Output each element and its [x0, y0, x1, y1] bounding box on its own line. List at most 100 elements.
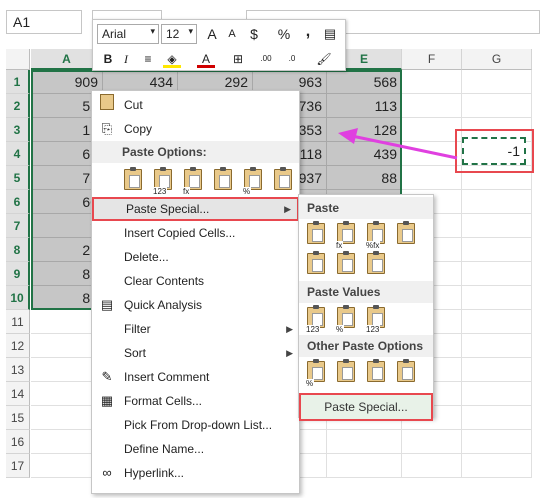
row-header-15[interactable]: 15: [6, 406, 30, 430]
row-header-4[interactable]: 4: [6, 142, 30, 166]
page-icon: [372, 367, 383, 380]
clipboard-icon: [337, 359, 355, 382]
cell-e17[interactable]: [327, 454, 402, 478]
decrease-font-icon[interactable]: A: [223, 25, 241, 43]
row-header-3[interactable]: 3: [6, 118, 30, 142]
other-paste-button-1[interactable]: [335, 359, 359, 385]
menu-item-clear-contents[interactable]: Clear Contents: [92, 269, 299, 293]
row-header-1[interactable]: 1: [6, 70, 30, 94]
other-paste-button-0[interactable]: %: [305, 359, 329, 388]
row-header-5[interactable]: 5: [6, 166, 30, 190]
page-icon: [129, 175, 140, 188]
font-name-box[interactable]: Arial ▾: [97, 24, 159, 44]
menu-item-define-name[interactable]: Define Name...: [92, 437, 299, 461]
paste-button-1[interactable]: fx: [335, 221, 359, 250]
paste-button-2[interactable]: %fx: [365, 221, 389, 250]
menu-item-copy[interactable]: Copy ⎘: [92, 117, 299, 141]
row-header-7[interactable]: 7: [6, 214, 30, 238]
fill-color-icon[interactable]: ◈: [163, 50, 181, 68]
row-header-11[interactable]: 11: [6, 310, 30, 334]
menu-item-pick-from-drop-down-list[interactable]: Pick From Drop-down List...: [92, 413, 299, 437]
menu-item-format-cells[interactable]: Format Cells... ▦: [92, 389, 299, 413]
menu-item-filter[interactable]: Filter ▶: [92, 317, 299, 341]
name-box[interactable]: A1: [6, 10, 82, 34]
paste-button-6[interactable]: [365, 251, 389, 277]
menu-item-label: Paste Special...: [126, 202, 210, 216]
menu-item-insert-comment[interactable]: Insert Comment ✎: [92, 365, 299, 389]
paste-values-button-2[interactable]: 123: [365, 305, 389, 334]
italic-icon[interactable]: I: [117, 50, 135, 68]
decrease-decimal-icon[interactable]: .0: [283, 50, 301, 68]
increase-decimal-icon[interactable]: .00: [257, 50, 275, 68]
menu-item-sort[interactable]: Sort ▶: [92, 341, 299, 365]
format-table-icon[interactable]: ▤: [321, 25, 339, 43]
cell-g11[interactable]: [462, 310, 532, 334]
cell-f16[interactable]: [402, 430, 462, 454]
menu-item-cut[interactable]: Cut✂: [92, 93, 299, 117]
cell-g8[interactable]: [462, 238, 532, 262]
paste-button-5[interactable]: [335, 251, 359, 277]
cell-g10[interactable]: [462, 286, 532, 310]
paste-option-1[interactable]: 123: [152, 167, 176, 196]
cell-g12[interactable]: [462, 334, 532, 358]
cell-e16[interactable]: [327, 430, 402, 454]
menu-item-quick-analysis[interactable]: Quick Analysis ▤: [92, 293, 299, 317]
cell-g17[interactable]: [462, 454, 532, 478]
select-all-corner[interactable]: [6, 49, 30, 70]
menu-item-hyperlink[interactable]: Hyperlink... ∞: [92, 461, 299, 485]
font-name-value: Arial: [102, 27, 127, 41]
cell-g2[interactable]: [462, 94, 532, 118]
row-header-9[interactable]: 9: [6, 262, 30, 286]
increase-font-icon[interactable]: A: [203, 25, 221, 43]
copied-cell[interactable]: -1: [462, 137, 526, 165]
align-center-icon[interactable]: ≡: [139, 50, 157, 68]
paste-button-4[interactable]: [305, 251, 329, 277]
paste-values-button-1[interactable]: %: [335, 305, 359, 334]
menu-item-delete[interactable]: Delete...: [92, 245, 299, 269]
menu-item-paste-special[interactable]: Paste Special... ▶: [92, 197, 299, 221]
row-header-8[interactable]: 8: [6, 238, 30, 262]
row-header-10[interactable]: 10: [6, 286, 30, 310]
row-header-6[interactable]: 6: [6, 190, 30, 214]
currency-icon[interactable]: $: [245, 25, 263, 43]
row-header-14[interactable]: 14: [6, 382, 30, 406]
cell-g9[interactable]: [462, 262, 532, 286]
paste-button-0[interactable]: [305, 221, 329, 247]
paste-special-dialog-button[interactable]: Paste Special...: [299, 393, 433, 421]
cell-g16[interactable]: [462, 430, 532, 454]
column-header-f[interactable]: F: [402, 49, 462, 70]
bold-icon[interactable]: B: [99, 50, 117, 68]
font-color-icon[interactable]: A: [197, 50, 215, 68]
cell-f1[interactable]: [402, 70, 462, 94]
row-header-17[interactable]: 17: [6, 454, 30, 478]
paste-option-5[interactable]: [272, 167, 296, 193]
paste-option-3[interactable]: [212, 167, 236, 193]
other-paste-button-2[interactable]: [365, 359, 389, 385]
cell-g6[interactable]: [462, 190, 532, 214]
cell-g7[interactable]: [462, 214, 532, 238]
comma-style-icon[interactable]: ,: [299, 23, 317, 41]
row-header-2[interactable]: 2: [6, 94, 30, 118]
paste-values-button-0[interactable]: 123: [305, 305, 329, 334]
percent-icon[interactable]: %: [275, 25, 293, 43]
cell-g15[interactable]: [462, 406, 532, 430]
borders-icon[interactable]: ⊞: [229, 50, 247, 68]
row-header-12[interactable]: 12: [6, 334, 30, 358]
cell-f17[interactable]: [402, 454, 462, 478]
font-size-box[interactable]: 12 ▾: [161, 24, 197, 44]
paste-button-3[interactable]: [395, 221, 419, 247]
paste-option-0[interactable]: [122, 167, 146, 193]
column-header-g[interactable]: G: [462, 49, 532, 70]
other-paste-button-3[interactable]: [395, 359, 419, 385]
cell-g1[interactable]: [462, 70, 532, 94]
row-header-16[interactable]: 16: [6, 430, 30, 454]
paste-option-2[interactable]: fx: [182, 167, 206, 196]
menu-item-insert-copied-cells[interactable]: Insert Copied Cells...: [92, 221, 299, 245]
cell-g13[interactable]: [462, 358, 532, 382]
row-header-13[interactable]: 13: [6, 358, 30, 382]
format-painter-icon[interactable]: 🖌: [315, 50, 333, 68]
submenu-section-1: Paste Values: [299, 281, 433, 303]
cell-g14[interactable]: [462, 382, 532, 406]
cell-f2[interactable]: [402, 94, 462, 118]
paste-option-4[interactable]: %: [242, 167, 266, 196]
